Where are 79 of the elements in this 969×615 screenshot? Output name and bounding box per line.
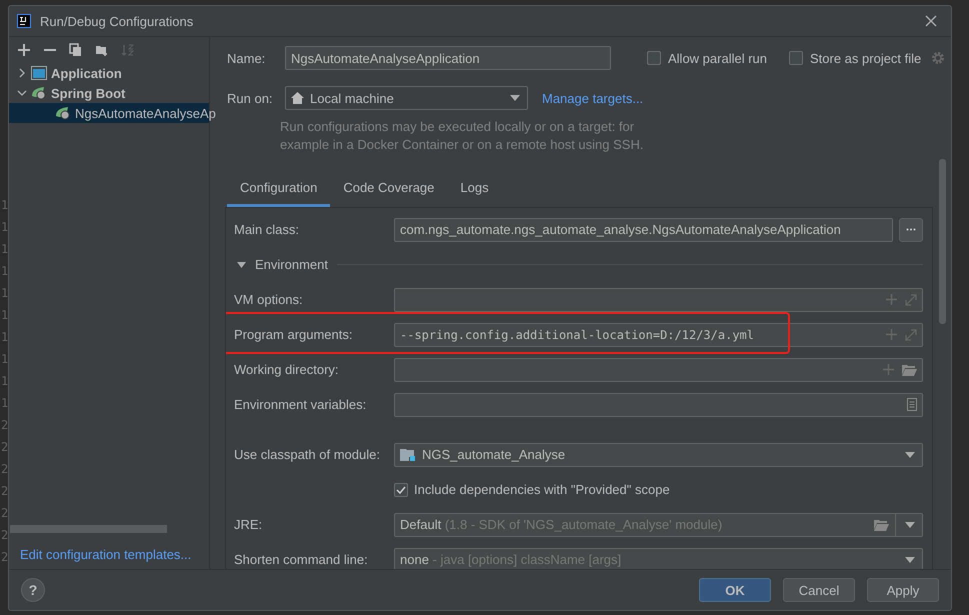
run-on-label: Run on:: [227, 90, 274, 106]
line-number: 2: [1, 417, 8, 434]
line-number: 2: [1, 549, 8, 566]
name-field[interactable]: NgsAutomateAnalyseApplication: [285, 46, 611, 70]
checkbox[interactable]: [789, 51, 803, 65]
line-number: 1: [1, 373, 8, 390]
dialog-button[interactable]: Apply: [867, 578, 939, 602]
edit-templates-link[interactable]: Edit configuration templates...: [20, 547, 209, 562]
checkbox-label: Include dependencies with "Provided" scope: [414, 482, 670, 497]
line-number: 2: [1, 461, 8, 478]
line-number: 1: [1, 197, 8, 214]
home-icon: [291, 92, 304, 104]
add-icon[interactable]: [15, 43, 33, 57]
line-number: 2: [1, 483, 8, 500]
field-label: Use classpath of module:: [234, 447, 381, 462]
folder-icon[interactable]: [902, 364, 917, 376]
close-icon[interactable]: [925, 15, 937, 27]
tree-item[interactable]: Application: [51, 66, 122, 80]
name-label: Name:: [227, 50, 266, 66]
scrollbar[interactable]: [939, 159, 946, 324]
line-number: 1: [1, 351, 8, 368]
checkbox[interactable]: [394, 482, 408, 496]
input-field[interactable]: --spring.config.additional-location=D:/12/3/a.yml: [394, 322, 923, 346]
checkbox-label: Store as project file: [810, 50, 922, 66]
checkbox[interactable]: [647, 51, 661, 65]
tree-row[interactable]: Spring Boot: [9, 83, 209, 103]
window-title: Run/Debug Configurations: [40, 14, 194, 28]
expand-icon[interactable]: [905, 294, 917, 306]
app-logo-icon: [17, 14, 31, 28]
leaf-gear-icon: [55, 106, 71, 120]
field-label: Program arguments:: [234, 327, 354, 342]
dialog-button[interactable]: Cancel: [783, 578, 855, 602]
line-number: 2: [1, 527, 8, 544]
field-label: Working directory:: [234, 362, 340, 377]
caret-icon: [510, 95, 520, 101]
caret-icon: [905, 556, 915, 562]
dialog-button[interactable]: OK: [699, 578, 771, 602]
help-button[interactable]: ?: [21, 578, 45, 602]
line-number: 1: [1, 285, 8, 302]
field-label: Main class:: [234, 222, 300, 237]
hint-text: Run configurations may be executed locally or on a target: for example in a Docker Container or on a remote host using SSH.: [280, 118, 644, 154]
tree-row[interactable]: Application: [9, 63, 209, 83]
run-on-dropdown[interactable]: Local machine: [285, 86, 528, 110]
line-number: 1: [1, 219, 8, 236]
settings-icon[interactable]: [931, 51, 946, 65]
tree-item[interactable]: Spring Boot: [51, 86, 126, 100]
chevron-right-icon[interactable]: [17, 68, 27, 78]
caret-icon[interactable]: [905, 522, 915, 528]
section-title: Environment: [255, 257, 328, 272]
expand-icon[interactable]: [905, 328, 917, 340]
tab[interactable]: Configuration: [227, 172, 330, 207]
field-label: Environment variables:: [234, 397, 368, 412]
tab[interactable]: Code Coverage: [330, 172, 448, 207]
line-number: 2: [1, 439, 8, 456]
window-icon: [31, 66, 47, 80]
tree-item[interactable]: NgsAutomateAnalyseAp: [75, 106, 216, 120]
line-number: 2: [1, 505, 8, 522]
main-class-field[interactable]: com.ngs_automate.ngs_automate_analyse.NgsAutomateAnalyseApplication: [394, 218, 893, 242]
folder-icon[interactable]: [874, 518, 889, 530]
document-icon[interactable]: [907, 398, 917, 411]
chevron-down-icon[interactable]: [17, 88, 27, 98]
checkbox-label: Allow parallel run: [668, 50, 767, 66]
line-number: 1: [1, 307, 8, 324]
field-label: JRE:: [234, 517, 264, 532]
caret-icon: [905, 452, 915, 458]
triangle-down-icon[interactable]: [237, 262, 246, 268]
line-number: 1: [1, 395, 8, 412]
line-number: 1: [1, 241, 8, 258]
manage-targets-link[interactable]: Manage targets...: [542, 90, 644, 106]
tab[interactable]: Logs: [447, 172, 502, 207]
leaf-gear-icon: [31, 86, 47, 100]
field-label: Shorten command line:: [234, 552, 369, 567]
line-number: 1: [1, 329, 8, 346]
ellipsis-icon[interactable]: [906, 228, 916, 231]
field-label: VM options:: [234, 292, 304, 307]
module-folder-icon: [400, 448, 416, 461]
scrollbar[interactable]: [10, 525, 167, 533]
module-dropdown[interactable]: NGS_automate_Analyse: [394, 442, 923, 466]
line-number: 1: [1, 263, 8, 280]
